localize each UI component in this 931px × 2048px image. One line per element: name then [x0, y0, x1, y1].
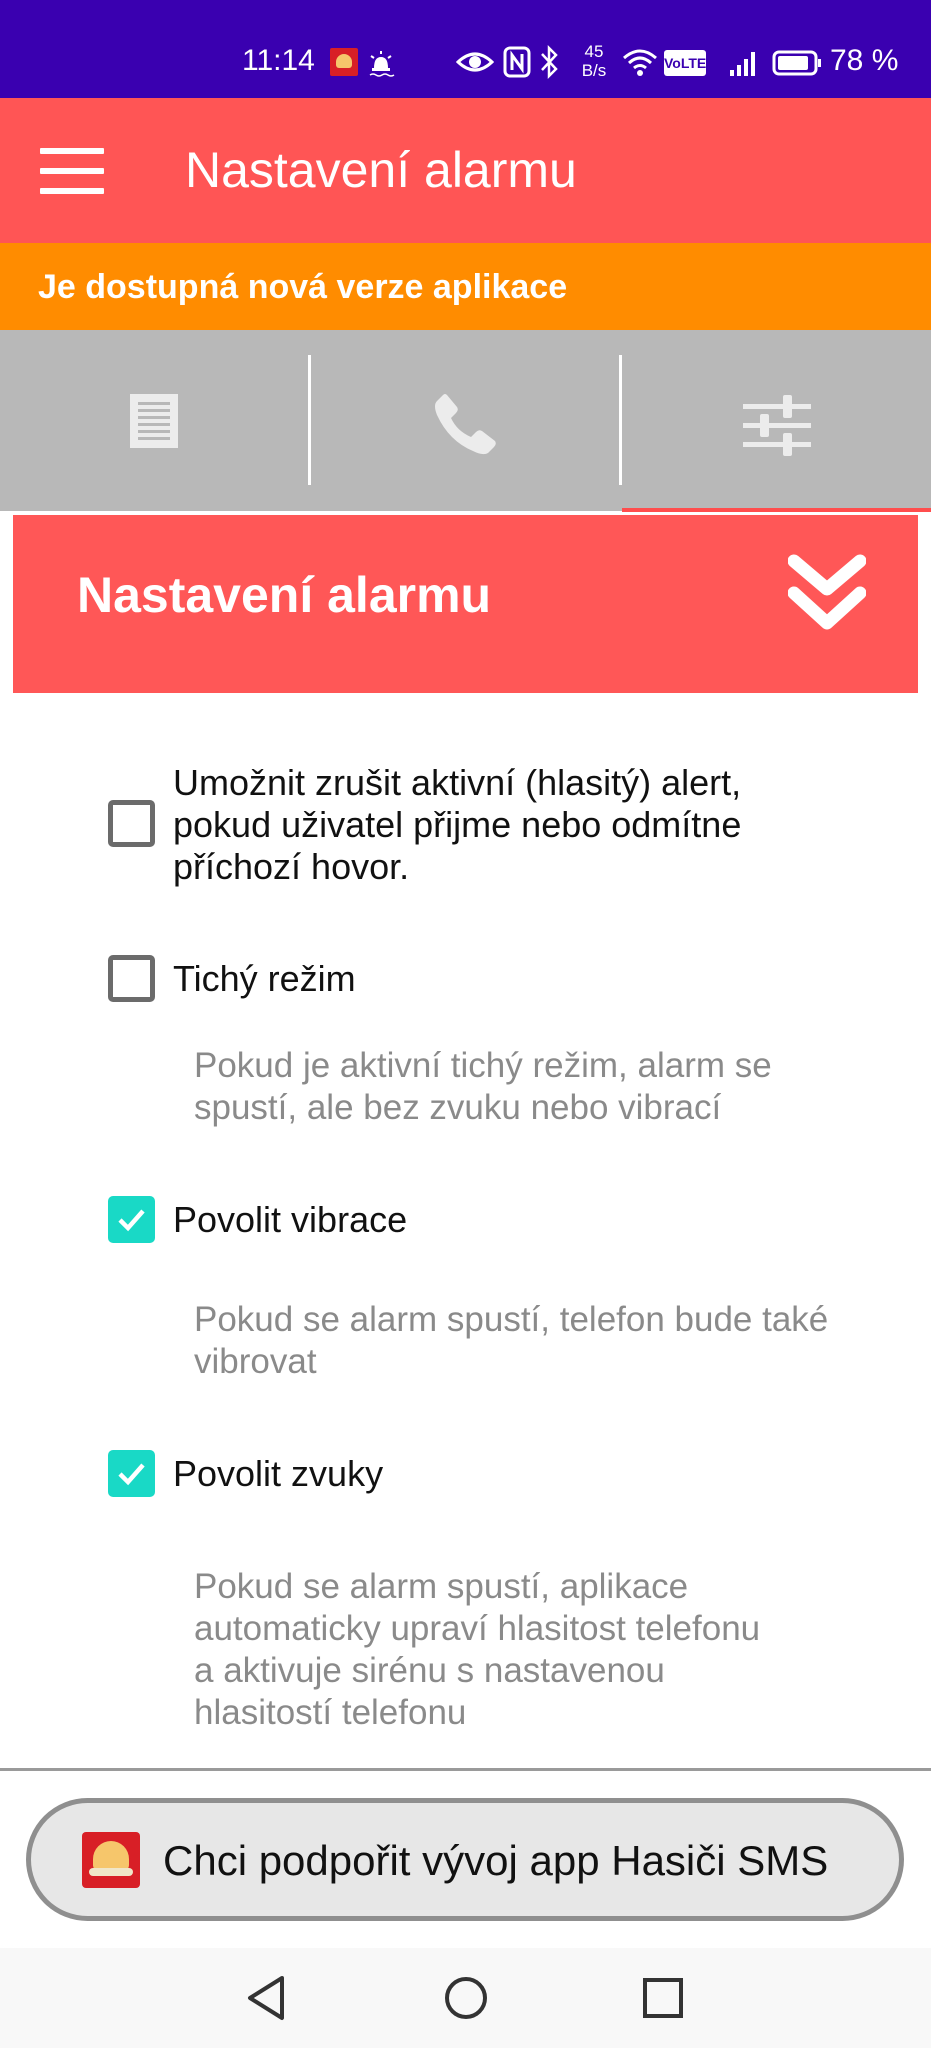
- double-chevron-down-icon[interactable]: [788, 553, 866, 635]
- volte-icon: VoLTE: [664, 50, 706, 76]
- support-development-label[interactable]: Chci podpořit vývoj app Hasiči SMS: [163, 1836, 828, 1886]
- status-time: 11:14: [242, 44, 315, 77]
- app-notification-icon: [330, 48, 358, 76]
- phone-icon: [435, 394, 496, 455]
- silent-mode-label[interactable]: Tichý režim: [173, 958, 356, 1000]
- silent-mode-checkbox[interactable]: [108, 955, 155, 1002]
- enable-sounds-description: Pokud se alarm spustí, aplikace automati…: [194, 1566, 760, 1734]
- enable-sounds-checkbox[interactable]: [108, 1450, 155, 1497]
- section-title: Nastavení alarmu: [77, 567, 492, 623]
- label-line: Umožnit zrušit aktivní (hlasitý) alert,: [173, 762, 742, 803]
- eye-icon: [456, 52, 494, 72]
- enable-vibration-checkbox[interactable]: [108, 1196, 155, 1243]
- description-line: Pokud se alarm spustí, telefon bude také: [194, 1300, 829, 1339]
- enable-vibration-description: Pokud se alarm spustí, telefon bude také…: [194, 1299, 828, 1383]
- tab-phone[interactable]: [311, 330, 621, 511]
- status-bar: 11:14 45 B/s VoLTE 78 %: [0, 0, 931, 98]
- update-banner-text[interactable]: Je dostupná nová verze aplikace: [38, 266, 567, 308]
- alarm-icon: [369, 51, 395, 77]
- network-speed-unit: B/s: [581, 61, 607, 80]
- signal-icon: [730, 52, 755, 76]
- network-speed: 45 B/s: [577, 42, 611, 80]
- checkmark-icon: [118, 1209, 145, 1232]
- back-icon[interactable]: [246, 1975, 286, 2021]
- description-line: Pokud se alarm spustí, aplikace: [194, 1567, 689, 1606]
- wifi-icon: [623, 49, 657, 76]
- description-line: spustí, ale bez zvuku nebo vibrací: [194, 1088, 722, 1127]
- description-line: vibrovat: [194, 1342, 317, 1381]
- app-logo-icon: [82, 1832, 140, 1888]
- enable-vibration-label[interactable]: Povolit vibrace: [173, 1199, 407, 1241]
- divider: [0, 1768, 931, 1771]
- tab-selected-indicator: [622, 508, 931, 512]
- description-line: automaticky upraví hlasitost telefonu: [194, 1609, 761, 1648]
- description-line: hlasitostí telefonu: [194, 1693, 467, 1732]
- cancel-alert-on-call-checkbox[interactable]: [108, 800, 155, 847]
- battery-percent: 78 %: [830, 44, 899, 77]
- nfc-icon: [503, 46, 531, 78]
- home-icon[interactable]: [443, 1975, 489, 2021]
- network-speed-value: 45: [584, 42, 604, 61]
- description-line: Pokud je aktivní tichý režim, alarm se: [194, 1046, 772, 1085]
- hamburger-menu-icon[interactable]: [40, 148, 104, 194]
- page-title: Nastavení alarmu: [185, 142, 577, 198]
- recents-icon[interactable]: [643, 1978, 683, 2018]
- tab-settings[interactable]: [622, 330, 931, 511]
- label-line: příchozí hovor.: [173, 846, 410, 887]
- cancel-alert-on-call-label[interactable]: Umožnit zrušit aktivní (hlasitý) alert, …: [173, 762, 741, 888]
- tab-list[interactable]: [0, 330, 310, 511]
- checkmark-icon: [118, 1463, 145, 1486]
- sliders-icon: [743, 395, 811, 456]
- battery-icon: [772, 50, 821, 76]
- bluetooth-icon: [541, 44, 558, 80]
- list-icon: [130, 394, 178, 448]
- enable-sounds-label[interactable]: Povolit zvuky: [173, 1453, 383, 1495]
- label-line: pokud uživatel přijme nebo odmítne: [173, 804, 742, 845]
- silent-mode-description: Pokud je aktivní tichý režim, alarm se s…: [194, 1045, 772, 1129]
- description-line: a aktivuje sirénu s nastavenou: [194, 1651, 665, 1690]
